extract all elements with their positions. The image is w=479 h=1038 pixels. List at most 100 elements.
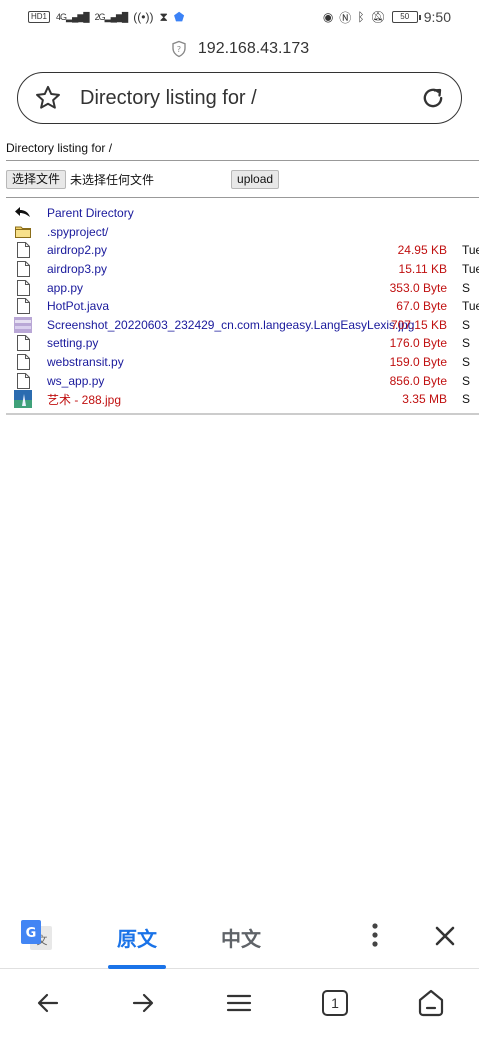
- menu-icon: [226, 994, 252, 1012]
- file-link[interactable]: 艺术 - 288.jpg: [47, 391, 121, 408]
- page-title: Directory listing for /: [80, 86, 257, 109]
- file-size: 15.11 KB: [398, 262, 447, 277]
- divider: [6, 412, 479, 415]
- list-item[interactable]: app.py 353.0 Byte S: [6, 278, 479, 297]
- file-date: S: [462, 336, 471, 351]
- choose-file-button[interactable]: 选择文件: [6, 169, 67, 189]
- image-thumbnail-icon: [14, 390, 32, 409]
- file-link[interactable]: airdrop2.py: [47, 243, 107, 257]
- list-item[interactable]: webstransit.py 159.0 Byte S: [6, 353, 479, 372]
- clock: 9:50: [423, 9, 451, 25]
- file-link[interactable]: HotPot.java: [47, 299, 109, 313]
- file-link[interactable]: ws_app.py: [47, 374, 104, 388]
- file-size: 159.0 Byte: [389, 355, 447, 370]
- google-translate-icon[interactable]: 文 G: [20, 918, 54, 952]
- file-link[interactable]: setting.py: [47, 336, 98, 350]
- url-text[interactable]: 192.168.43.173: [198, 40, 309, 58]
- address-line[interactable]: ? 192.168.43.173: [0, 37, 479, 61]
- image-thumbnail-icon: [14, 316, 32, 333]
- home-icon: [418, 989, 444, 1017]
- back-arrow-icon: [37, 993, 59, 1013]
- signal-icon-2: 2G▂▄▆█: [94, 11, 129, 22]
- file-date: Tue: [462, 262, 479, 277]
- nfc-icon: Ⓝ: [339, 10, 352, 25]
- back-button[interactable]: [33, 988, 63, 1018]
- page-heading: Directory listing for /: [6, 141, 113, 155]
- file-size: 24.95 KB: [397, 243, 447, 258]
- hd-badge: HD1: [28, 11, 51, 23]
- translate-bar: 文 G 原文 中文: [0, 905, 479, 969]
- file-link[interactable]: Screenshot_20220603_232429_cn.com.langea…: [47, 318, 414, 332]
- shield-app-icon: ⬟: [173, 10, 185, 24]
- divider: [6, 197, 479, 198]
- close-icon[interactable]: [432, 923, 458, 949]
- upload-button[interactable]: upload: [231, 169, 280, 189]
- file-icon: [14, 335, 32, 352]
- shield-icon: ?: [172, 40, 186, 58]
- list-item[interactable]: airdrop3.py 15.11 KB Tue: [6, 260, 479, 279]
- tabs-button[interactable]: 1: [320, 988, 350, 1018]
- hotspot-icon: ((•)): [133, 10, 154, 24]
- file-listing: Parent Directory .spyproject/airdrop2.py 2…: [6, 204, 479, 409]
- file-link[interactable]: app.py: [47, 281, 83, 295]
- file-date: Tue: [462, 243, 479, 258]
- file-size: 707.15 KB: [390, 317, 447, 332]
- forward-arrow-icon: [132, 993, 154, 1013]
- file-date: Tue: [462, 299, 479, 314]
- list-item[interactable]: airdrop2.py 24.95 KB Tue: [6, 241, 479, 260]
- file-size: 353.0 Byte: [389, 280, 447, 295]
- page-content: Directory listing for / 选择文件 未选择任何文件 upl…: [6, 138, 479, 415]
- file-date: S: [462, 355, 471, 370]
- list-item[interactable]: setting.py 176.0 Byte S: [6, 334, 479, 353]
- file-size: 3.35 MB: [402, 392, 447, 407]
- file-date: S: [462, 317, 471, 332]
- file-link[interactable]: webstransit.py: [47, 355, 124, 369]
- file-link[interactable]: .spyproject/: [47, 225, 108, 239]
- tab-count: 1: [322, 990, 348, 1016]
- file-icon: [14, 372, 32, 389]
- back-arrow-icon: [14, 205, 32, 221]
- file-link[interactable]: Parent Directory: [47, 206, 134, 220]
- file-date: S: [462, 373, 471, 388]
- file-icon: [14, 279, 32, 296]
- file-icon: [14, 242, 32, 259]
- page-title-bar[interactable]: Directory listing for /: [17, 72, 462, 124]
- status-bar: HD1 4G▂▄▆█ 2G▂▄▆█ ((•)) ⧗ ⬟ ◉ Ⓝ ᛒ 🔕︎ 50 …: [0, 0, 479, 34]
- no-file-text: 未选择任何文件: [70, 172, 155, 187]
- home-button[interactable]: [416, 988, 446, 1018]
- list-item[interactable]: 艺术 - 288.jpg 3.35 MB S: [6, 390, 479, 409]
- signal-icon: 4G▂▄▆█: [56, 11, 90, 22]
- upload-form: 选择文件 未选择任何文件 upload: [6, 161, 479, 197]
- refresh-icon[interactable]: [419, 84, 447, 112]
- folder-icon: [14, 224, 32, 240]
- more-options-icon[interactable]: [364, 921, 386, 949]
- file-size: 856.0 Byte: [389, 373, 447, 388]
- svg-text:?: ?: [177, 44, 181, 54]
- bluetooth-icon: ᛒ: [357, 10, 365, 24]
- forward-button[interactable]: [128, 988, 158, 1018]
- tab-original[interactable]: 原文: [117, 923, 157, 952]
- file-icon: [14, 298, 32, 315]
- file-icon: [14, 261, 32, 278]
- eye-icon: ◉: [322, 10, 334, 24]
- list-item[interactable]: Screenshot_20220603_232429_cn.com.langea…: [6, 316, 479, 335]
- active-tab-indicator: [108, 965, 166, 969]
- file-link[interactable]: airdrop3.py: [47, 262, 107, 276]
- mute-icon: 🔕︎: [370, 10, 386, 24]
- tab-chinese[interactable]: 中文: [221, 923, 261, 952]
- svg-text:G: G: [26, 926, 37, 941]
- file-date: S: [462, 392, 471, 407]
- list-item[interactable]: Parent Directory: [6, 204, 479, 223]
- list-item[interactable]: HotPot.java 67.0 Byte Tue: [6, 297, 479, 316]
- hourglass-icon: ⧗: [159, 9, 168, 24]
- file-size: 67.0 Byte: [396, 299, 447, 314]
- file-icon: [14, 354, 32, 371]
- menu-button[interactable]: [224, 988, 254, 1018]
- list-item[interactable]: .spyproject/: [6, 223, 479, 242]
- list-item[interactable]: ws_app.py 856.0 Byte S: [6, 371, 479, 390]
- file-size: 176.0 Byte: [389, 336, 447, 351]
- file-date: S: [462, 280, 471, 295]
- bottom-navigation: 1: [0, 970, 479, 1038]
- battery-icon: 50: [391, 11, 421, 23]
- star-icon[interactable]: [34, 84, 62, 112]
